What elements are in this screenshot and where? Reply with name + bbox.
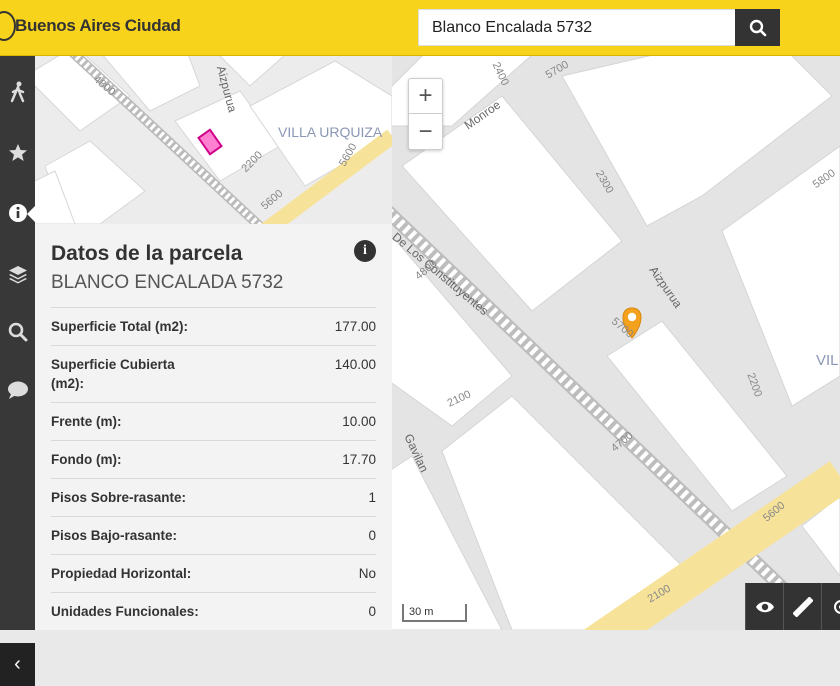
attribute-label: Pisos Bajo-rasante: (51, 526, 201, 554)
search-button[interactable] (735, 9, 780, 46)
attribute-value: 0 (368, 526, 376, 554)
info-icon[interactable]: i (354, 240, 376, 262)
attribute-row: Unidades Funcionales: 0 (51, 592, 376, 630)
attribute-value: 0 (368, 602, 376, 630)
address-search-input[interactable] (418, 9, 736, 46)
attribute-row: Superficie Cubierta (m2): 140.00 (51, 345, 376, 402)
attribute-label: Pisos Sobre-rasante: (51, 488, 201, 516)
parcel-address: BLANCO ENCALADA 5732 (51, 272, 283, 294)
attribute-row: Propiedad Horizontal: No (51, 554, 376, 592)
attribute-row: Pisos Bajo-rasante: 0 (51, 516, 376, 554)
search-icon (749, 19, 767, 37)
city-logo[interactable] (0, 11, 16, 41)
attribute-label: Superficie Cubierta (m2): (51, 355, 201, 402)
star-icon[interactable] (0, 133, 35, 173)
ruler-icon (793, 597, 813, 617)
zoom-in-button[interactable]: + (409, 79, 442, 114)
search-icon[interactable] (0, 312, 35, 352)
attribute-row: Fondo (m): 17.70 (51, 440, 376, 478)
attribute-label: Fondo (m): (51, 450, 201, 478)
attribute-row: Pisos Sobre-rasante: 1 (51, 478, 376, 516)
attribute-label: Unidades Funcionales: (51, 602, 201, 630)
measure-button[interactable] (783, 583, 821, 630)
panel-title: Datos de la parcela (51, 242, 242, 266)
info-icon[interactable] (0, 193, 35, 233)
attribute-value: 140.00 (335, 355, 376, 402)
location-button[interactable] (821, 583, 840, 630)
left-sidebar: ‹ (0, 56, 35, 630)
minimap-streets (35, 56, 392, 224)
brand-title[interactable]: Buenos Aires Ciudad (15, 16, 181, 36)
top-bar: Buenos Aires Ciudad (0, 0, 840, 56)
attribute-value: 17.70 (342, 450, 376, 478)
attribute-label: Propiedad Horizontal: (51, 564, 201, 592)
neighborhood-label: VIL (816, 352, 839, 369)
map-tools (745, 583, 840, 630)
minimap[interactable]: Aizpurua 4800 2200 5600 5600 VILLA URQUI… (35, 56, 392, 224)
parcel-data-panel: Datos de la parcela i BLANCO ENCALADA 57… (35, 224, 392, 630)
walking-person-icon[interactable] (0, 72, 35, 112)
visibility-button[interactable] (745, 583, 783, 630)
attribute-value: No (359, 564, 376, 592)
zoom-out-button[interactable]: − (409, 114, 442, 149)
crosshair-icon (831, 597, 840, 617)
map-scale: 30 m (402, 604, 467, 622)
eye-icon (755, 600, 775, 614)
parcel-attributes-list: Superficie Total (m2): 177.00 Superficie … (51, 307, 376, 630)
attribute-value: 1 (368, 488, 376, 516)
attribute-row: Superficie Total (m2): 177.00 (51, 307, 376, 345)
attribute-value: 177.00 (335, 317, 376, 345)
zoom-control: + − (408, 78, 443, 150)
attribute-row: Frente (m): 10.00 (51, 402, 376, 440)
chat-bubble-icon[interactable] (0, 370, 35, 410)
attribute-label: Frente (m): (51, 412, 201, 440)
map-streets (392, 56, 840, 630)
collapse-sidebar-button[interactable]: ‹ (0, 643, 35, 686)
layers-icon[interactable] (0, 254, 35, 294)
attribute-label: Superficie Total (m2): (51, 317, 201, 345)
attribute-value: 10.00 (342, 412, 376, 440)
main-map[interactable]: De Los Constituyentes Monroe Aizpurua Ga… (392, 56, 840, 630)
neighborhood-label: VILLA URQUIZA (278, 124, 382, 140)
